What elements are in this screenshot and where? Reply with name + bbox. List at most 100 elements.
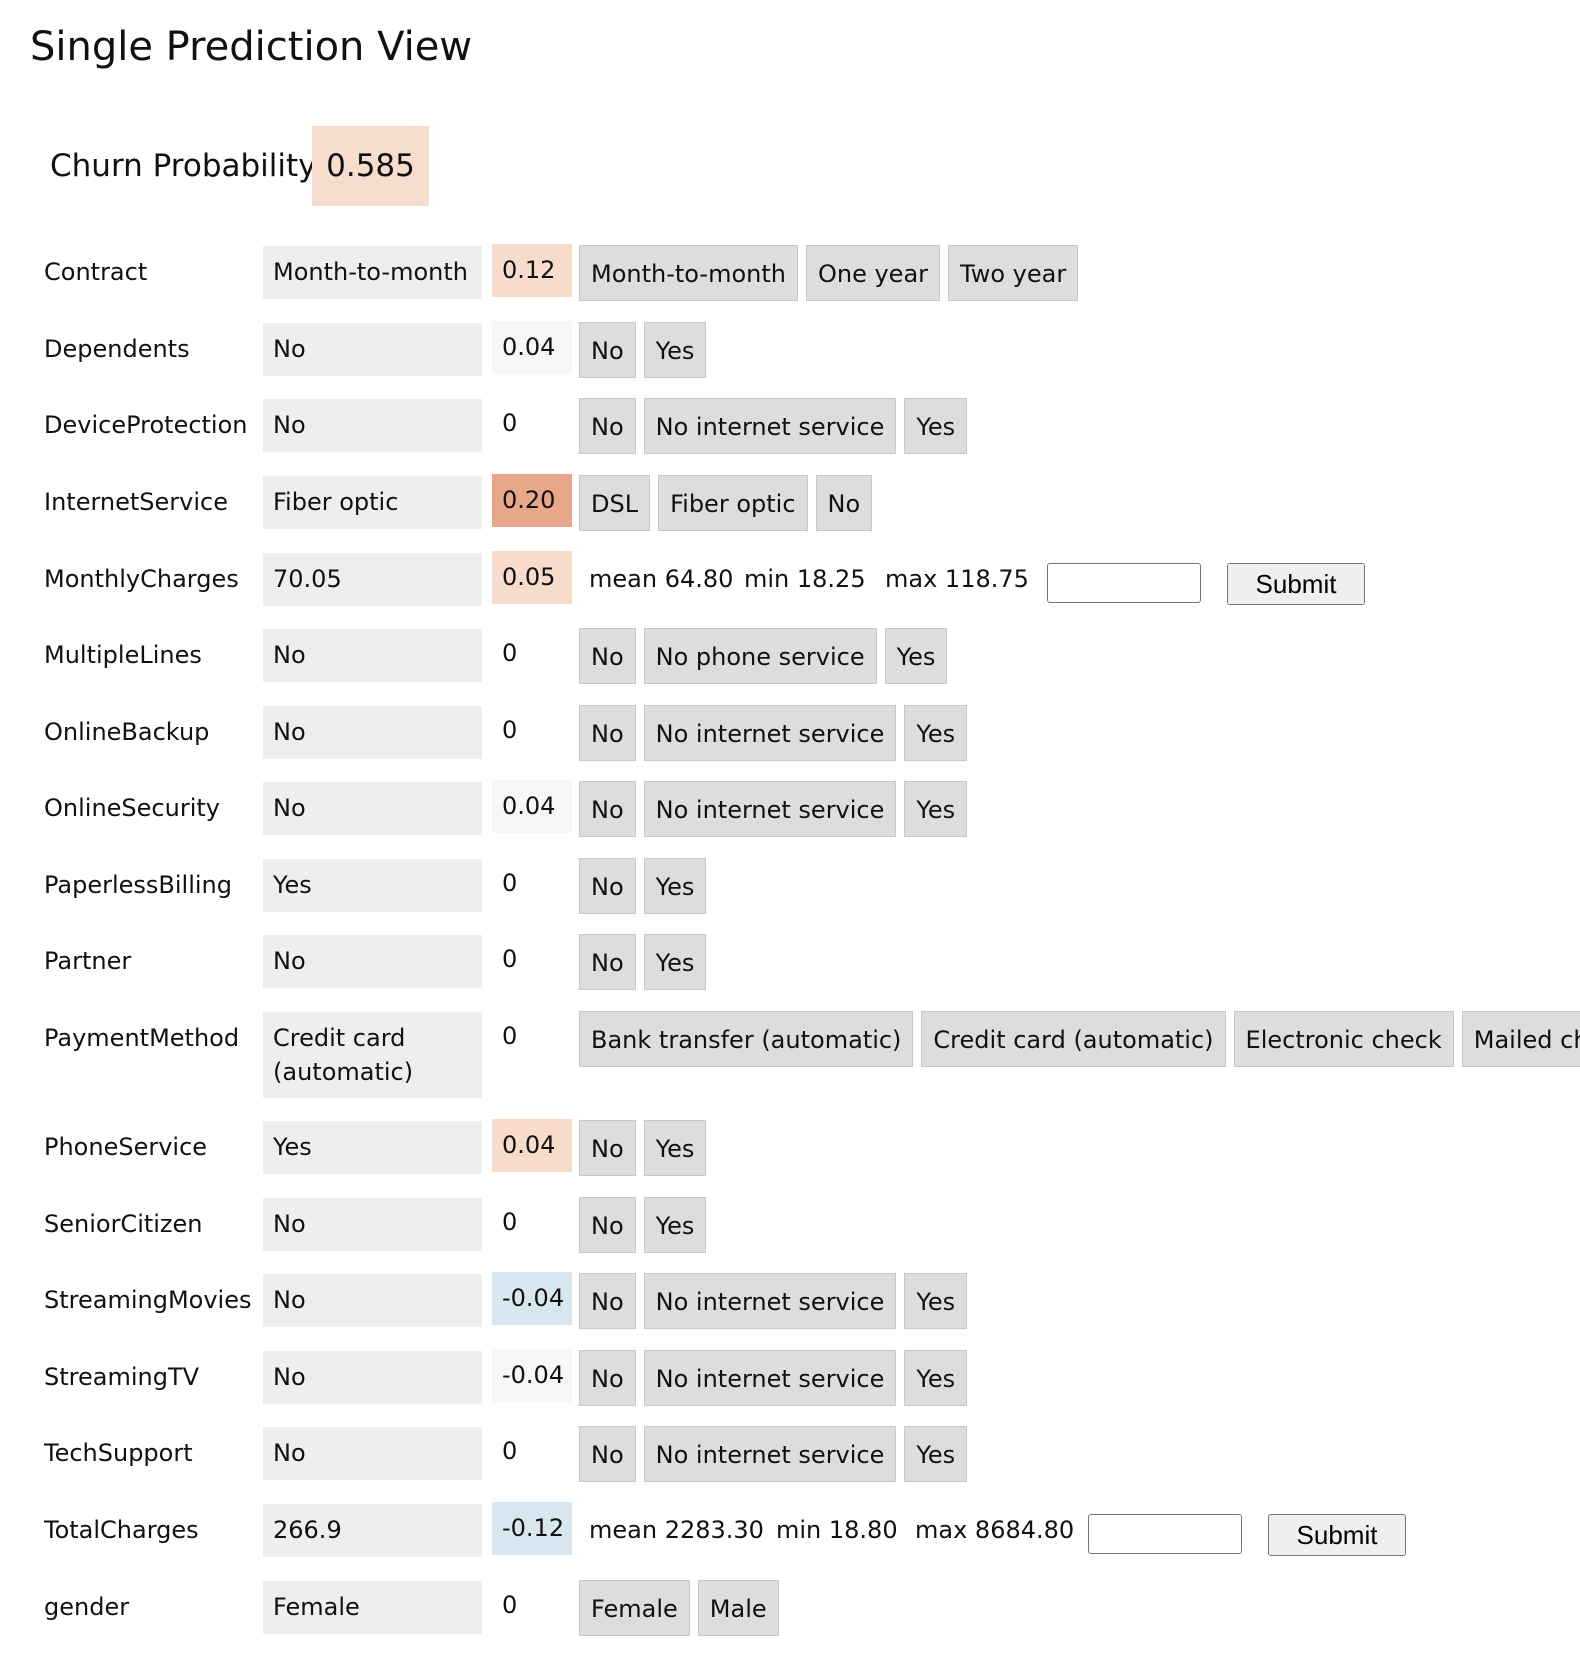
option-buttons: No No internet service Yes — [579, 705, 968, 761]
contribution-value: -0.12 — [492, 1502, 572, 1555]
option-button[interactable]: Yes — [643, 322, 707, 378]
current-value: No — [263, 1427, 482, 1480]
option-buttons: No No phone service Yes — [579, 628, 948, 684]
option-button[interactable]: Yes — [643, 934, 707, 990]
option-button[interactable]: No — [579, 705, 636, 761]
contribution-value: 0.04 — [492, 321, 572, 374]
option-buttons: Bank transfer (automatic) Credit card (au… — [579, 1011, 1580, 1067]
option-button[interactable]: Yes — [904, 1426, 968, 1482]
option-button[interactable]: No — [579, 322, 636, 378]
option-button[interactable]: No internet service — [643, 1350, 897, 1406]
page-title: Single Prediction View — [30, 24, 473, 70]
contribution-value: 0 — [492, 1425, 572, 1478]
option-buttons: DSL Fiber optic No — [579, 475, 873, 531]
feature-name: gender — [44, 1593, 130, 1621]
option-button[interactable]: Yes — [904, 1350, 968, 1406]
feature-name: StreamingTV — [44, 1363, 200, 1391]
current-value: No — [263, 1274, 482, 1327]
contribution-value: 0 — [492, 397, 572, 450]
option-button[interactable]: No internet service — [643, 705, 897, 761]
option-buttons: Female Male — [579, 1580, 779, 1636]
current-value: No — [263, 399, 482, 452]
option-button[interactable]: Two year — [948, 245, 1079, 301]
option-button[interactable]: No — [579, 1120, 636, 1176]
option-button[interactable]: No — [815, 475, 873, 531]
stat-max: max 118.75 — [885, 565, 1029, 593]
stat-min: min 18.25 — [744, 565, 866, 593]
current-value: 266.9 — [263, 1504, 482, 1557]
contribution-value: 0 — [492, 704, 572, 757]
value-input[interactable] — [1088, 1514, 1242, 1554]
option-button[interactable]: No phone service — [643, 628, 877, 684]
current-value: No — [263, 1351, 482, 1404]
current-value: No — [263, 706, 482, 759]
option-button[interactable]: No internet service — [643, 1273, 897, 1329]
contribution-value: 0.12 — [492, 244, 572, 297]
option-buttons: No Yes — [579, 322, 707, 378]
option-button[interactable]: Yes — [884, 628, 948, 684]
option-buttons: No No internet service Yes — [579, 1273, 968, 1329]
contribution-value: 0 — [492, 857, 572, 910]
feature-name: OnlineBackup — [44, 718, 210, 746]
option-button[interactable]: Yes — [904, 398, 968, 454]
contribution-value: 0 — [492, 1010, 572, 1063]
option-button[interactable]: Yes — [904, 705, 968, 761]
stat-max: max 8684.80 — [915, 1516, 1075, 1544]
option-button[interactable]: Fiber optic — [658, 475, 808, 531]
option-button[interactable]: No — [579, 1197, 636, 1253]
option-button[interactable]: No — [579, 1350, 636, 1406]
feature-name: StreamingMovies — [44, 1286, 252, 1314]
feature-name: PhoneService — [44, 1133, 208, 1161]
contribution-value: 0 — [492, 627, 572, 680]
submit-button[interactable]: Submit — [1268, 1514, 1406, 1556]
option-button[interactable]: Male — [697, 1580, 779, 1636]
option-buttons: No No internet service Yes — [579, 781, 968, 837]
option-button[interactable]: No internet service — [643, 781, 897, 837]
option-button[interactable]: No — [579, 781, 636, 837]
contribution-value: 0 — [492, 1579, 572, 1632]
current-value: No — [263, 323, 482, 376]
option-button[interactable]: No internet service — [643, 398, 897, 454]
submit-button[interactable]: Submit — [1227, 563, 1365, 605]
option-buttons: No No internet service Yes — [579, 1426, 968, 1482]
option-button[interactable]: Month-to-month — [579, 245, 798, 301]
option-button[interactable]: Yes — [643, 1120, 707, 1176]
contribution-value: 0.04 — [492, 780, 572, 833]
current-value: No — [263, 935, 482, 988]
contribution-value: 0.05 — [492, 551, 572, 604]
option-button[interactable]: Bank transfer (automatic) — [579, 1011, 914, 1067]
feature-name: PaymentMethod — [44, 1024, 240, 1052]
churn-probability-value: 0.585 — [312, 126, 429, 206]
option-button[interactable]: One year — [805, 245, 941, 301]
option-buttons: No Yes — [579, 1120, 707, 1176]
current-value: Yes — [263, 1121, 482, 1174]
value-input[interactable] — [1047, 563, 1201, 603]
option-button[interactable]: Electronic check — [1233, 1011, 1454, 1067]
feature-name: SeniorCitizen — [44, 1210, 203, 1238]
option-button[interactable]: No — [579, 1273, 636, 1329]
option-button[interactable]: DSL — [579, 475, 651, 531]
option-button[interactable]: Mailed check — [1461, 1011, 1580, 1067]
feature-name: OnlineSecurity — [44, 794, 220, 822]
feature-name: InternetService — [44, 488, 228, 516]
option-button[interactable]: No — [579, 628, 636, 684]
option-button[interactable]: Credit card (automatic) — [921, 1011, 1226, 1067]
option-button[interactable]: Yes — [643, 1197, 707, 1253]
option-buttons: No No internet service Yes — [579, 1350, 968, 1406]
stat-mean: mean 64.80 — [589, 565, 734, 593]
option-button[interactable]: No internet service — [643, 1426, 897, 1482]
option-button[interactable]: No — [579, 1426, 636, 1482]
current-value: Fiber optic — [263, 476, 482, 529]
feature-name: MonthlyCharges — [44, 565, 239, 593]
option-buttons: No Yes — [579, 934, 707, 990]
option-button[interactable]: Yes — [904, 781, 968, 837]
option-button[interactable]: No — [579, 934, 636, 990]
option-button[interactable]: Female — [579, 1580, 690, 1636]
feature-name: PaperlessBilling — [44, 871, 232, 899]
contribution-value: -0.04 — [492, 1272, 572, 1325]
option-button[interactable]: No — [579, 858, 636, 914]
option-button[interactable]: No — [579, 398, 636, 454]
option-button[interactable]: Yes — [904, 1273, 968, 1329]
current-value: No — [263, 629, 482, 682]
option-button[interactable]: Yes — [643, 858, 707, 914]
